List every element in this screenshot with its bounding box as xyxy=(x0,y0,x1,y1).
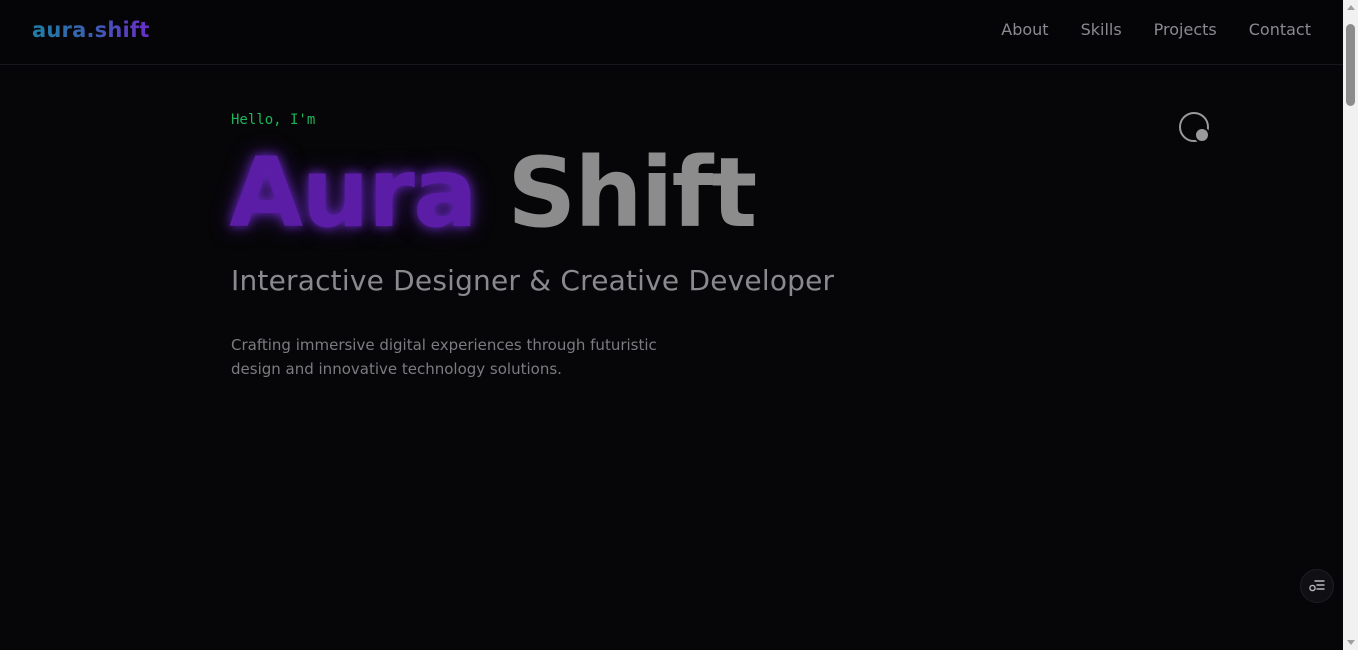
scroll-up-arrow-icon[interactable] xyxy=(1343,0,1358,15)
nav-link-about[interactable]: About xyxy=(1001,20,1048,39)
floating-menu-button[interactable] xyxy=(1300,569,1334,603)
vertical-scrollbar[interactable] xyxy=(1343,0,1358,650)
site-logo[interactable]: aura.shift xyxy=(32,18,149,42)
main-nav: About Skills Projects Contact xyxy=(1001,20,1311,39)
hero-name-last: Shift xyxy=(507,137,757,249)
hero-name: Aura Shift xyxy=(229,137,757,249)
scrollbar-thumb[interactable] xyxy=(1346,24,1355,106)
nav-link-skills[interactable]: Skills xyxy=(1081,20,1122,39)
theme-toggle-button[interactable] xyxy=(1178,111,1212,145)
list-settings-icon xyxy=(1309,580,1325,592)
page: aura.shift About Skills Projects Contact… xyxy=(0,0,1343,650)
nav-link-projects[interactable]: Projects xyxy=(1154,20,1217,39)
nav-link-contact[interactable]: Contact xyxy=(1249,20,1311,39)
hero-greeting: Hello, I'm xyxy=(231,112,316,128)
hero-name-first: Aura xyxy=(229,137,478,249)
hero-subtitle: Interactive Designer & Creative Develope… xyxy=(231,264,835,297)
site-header: aura.shift About Skills Projects Contact xyxy=(0,0,1343,65)
scroll-down-arrow-icon[interactable] xyxy=(1343,635,1358,650)
hero-description: Crafting immersive digital experiences t… xyxy=(231,336,657,378)
theme-toggle-icon xyxy=(1179,112,1210,143)
